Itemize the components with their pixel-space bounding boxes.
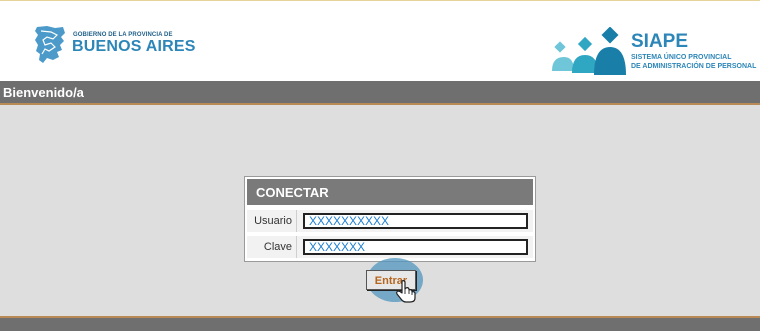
welcome-bar: Bienvenido/a <box>0 81 760 103</box>
username-label: Usuario <box>247 210 297 232</box>
login-title: CONECTAR <box>256 185 329 200</box>
welcome-label: Bienvenido/a <box>3 85 84 100</box>
username-row: Usuario XXXXXXXXXX <box>247 209 533 232</box>
siape-people-icon <box>552 26 626 75</box>
hand-pointer-icon <box>396 280 416 303</box>
app-subtitle-2: DE ADMINISTRACIÓN DE PERSONAL <box>631 63 757 70</box>
buenos-aires-logo: GOBIERNO DE LA PROVINCIA DE BUENOS AIRES <box>33 25 195 65</box>
password-row: Clave XXXXXXX <box>247 235 533 258</box>
siape-logo: SIAPE SISTEMA ÚNICO PROVINCIAL DE ADMINI… <box>552 26 760 75</box>
header: GOBIERNO DE LA PROVINCIA DE BUENOS AIRES… <box>0 0 760 81</box>
footer-bar <box>0 316 760 331</box>
password-input[interactable]: XXXXXXX <box>303 239 528 255</box>
login-header: CONECTAR <box>247 179 533 205</box>
login-panel: CONECTAR Usuario XXXXXXXXXX Clave XXXXXX… <box>244 176 536 262</box>
password-label: Clave <box>247 236 297 258</box>
username-input[interactable]: XXXXXXXXXX <box>303 213 528 229</box>
gov-name: BUENOS AIRES <box>72 38 196 55</box>
app-name: SIAPE <box>631 31 689 52</box>
buenos-aires-map-icon <box>35 26 65 63</box>
app-subtitle-1: SISTEMA ÚNICO PROVINCIAL <box>631 54 732 61</box>
